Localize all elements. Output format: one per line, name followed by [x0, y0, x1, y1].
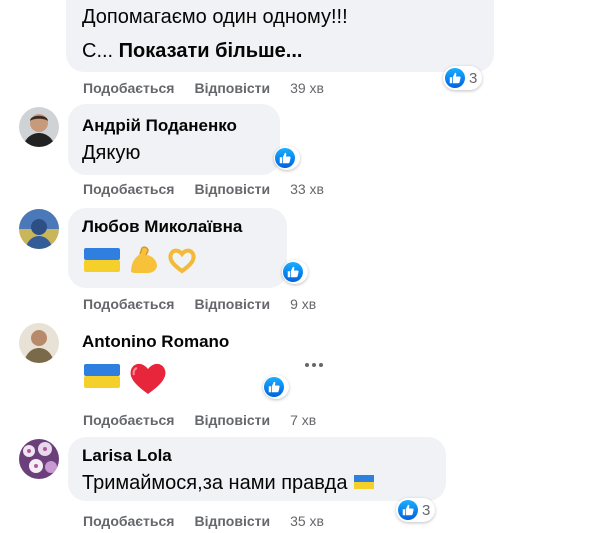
avatar[interactable]	[19, 439, 59, 479]
like-button[interactable]: Подобається	[83, 181, 174, 197]
reaction-summary[interactable]: 3	[396, 498, 436, 522]
like-icon	[275, 148, 295, 168]
avatar[interactable]	[19, 323, 59, 363]
comment-actions: Подобається Відповісти 33 хв	[83, 181, 324, 197]
comment-actions: Подобається Відповісти 7 хв	[83, 412, 316, 428]
reaction-count: 3	[422, 501, 431, 519]
comment-author[interactable]: Любов Миколаївна	[82, 217, 242, 237]
comment-emojis	[82, 244, 198, 276]
reply-button[interactable]: Відповісти	[194, 513, 270, 529]
comment-time[interactable]: 7 хв	[290, 412, 316, 428]
reaction-summary[interactable]	[274, 146, 300, 170]
reaction-summary[interactable]	[263, 375, 289, 399]
comment-bubble: Андрій Поданенко Дякую	[68, 104, 280, 175]
comment-bubble: Larisa Lola Тримаймося,за нами правда	[68, 437, 446, 501]
like-icon	[398, 500, 418, 520]
ukraine-flag-emoji	[84, 364, 120, 388]
reply-button[interactable]: Відповісти	[194, 80, 270, 96]
like-button[interactable]: Подобається	[83, 513, 174, 529]
reaction-count: 3	[469, 69, 478, 87]
comment-text-body: Тримаймося,за нами правда	[82, 472, 348, 494]
show-more-link[interactable]: Показати більше...	[119, 40, 303, 62]
reaction-summary[interactable]	[282, 260, 308, 284]
ukraine-flag-emoji	[84, 248, 120, 272]
avatar[interactable]	[19, 107, 59, 147]
like-button[interactable]: Подобається	[83, 412, 174, 428]
heart-hands-emoji	[168, 248, 196, 274]
like-icon	[445, 68, 465, 88]
reply-button[interactable]: Відповісти	[194, 181, 270, 197]
comment-content: Antonino Romano	[82, 330, 282, 400]
red-heart-emoji	[130, 363, 166, 394]
comment-bubble: Допомагаємо один одному!!! С... Показати…	[66, 0, 494, 72]
comment-bubble: Любов Миколаївна	[68, 208, 287, 288]
like-icon	[264, 377, 284, 397]
ukraine-flag-emoji	[354, 475, 375, 489]
like-icon	[283, 262, 303, 282]
reply-button[interactable]: Відповісти	[194, 296, 270, 312]
comment-author[interactable]: Larisa Lola	[82, 446, 172, 466]
truncated-prefix: С...	[82, 40, 119, 62]
comment-time[interactable]: 9 хв	[290, 296, 316, 312]
comment-time[interactable]: 33 хв	[290, 181, 324, 197]
avatar[interactable]	[19, 209, 59, 249]
flexed-biceps-emoji	[131, 246, 157, 273]
comment-time[interactable]: 35 хв	[290, 513, 324, 529]
comment-text: Допомагаємо один одному!!!	[82, 6, 348, 28]
like-button[interactable]: Подобається	[83, 80, 174, 96]
comment-author[interactable]: Андрій Поданенко	[82, 116, 237, 136]
comment-emojis	[82, 360, 168, 396]
reaction-summary[interactable]: 3	[443, 66, 483, 90]
comment-author[interactable]: Antonino Romano	[82, 332, 229, 352]
comment-actions: Подобається Відповісти 35 хв	[83, 513, 324, 529]
comment-text: Тримаймося,за нами правда	[82, 472, 375, 495]
comment-text: Дякую	[82, 142, 141, 164]
comment-text-truncated: С... Показати більше...	[82, 40, 302, 63]
reply-button[interactable]: Відповісти	[194, 412, 270, 428]
comment-actions: Подобається Відповісти 39 хв	[83, 80, 324, 96]
comment-actions: Подобається Відповісти 9 хв	[83, 296, 316, 312]
more-options-icon[interactable]	[304, 355, 324, 367]
like-button[interactable]: Подобається	[83, 296, 174, 312]
comment-time[interactable]: 39 хв	[290, 80, 324, 96]
